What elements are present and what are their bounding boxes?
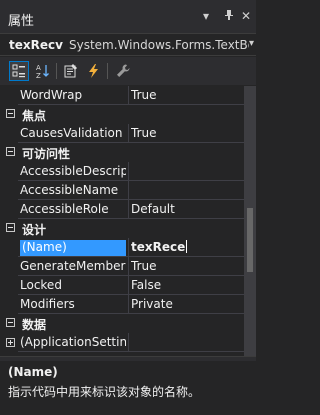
- panel-titlebar: 属性 ▾ ✕: [0, 0, 256, 33]
- chevron-down-icon[interactable]: ▾: [203, 9, 209, 23]
- collapse-icon[interactable]: [6, 147, 15, 156]
- property-toolbar: AZ: [0, 57, 256, 85]
- column-divider: [128, 333, 129, 352]
- property-value[interactable]: Private: [131, 297, 241, 314]
- column-divider: [128, 295, 129, 314]
- property-grid: WordWrap True 焦点 CausesValidation True 可…: [0, 86, 244, 356]
- vertical-scrollbar[interactable]: [244, 86, 256, 356]
- object-name: texRecv: [9, 38, 63, 52]
- property-name: AccessibleName: [20, 183, 119, 197]
- category-data[interactable]: 数据: [0, 314, 244, 333]
- categorized-view-button[interactable]: [9, 61, 29, 81]
- property-name: (Name): [20, 240, 126, 257]
- pin-icon[interactable]: [224, 9, 234, 24]
- category-accessibility[interactable]: 可访问性: [0, 143, 244, 162]
- expand-icon[interactable]: [6, 338, 15, 347]
- wrench-icon: [117, 64, 130, 77]
- lightning-icon: [89, 64, 98, 78]
- property-value[interactable]: False: [131, 278, 241, 295]
- row-divider: [18, 351, 244, 352]
- events-view-button[interactable]: [84, 61, 104, 81]
- collapse-icon[interactable]: [6, 318, 15, 327]
- property-value[interactable]: [131, 335, 241, 352]
- column-divider: [128, 200, 129, 219]
- toolbar-separator: [56, 63, 57, 79]
- category-label: 可访问性: [22, 147, 71, 161]
- column-divider: [128, 124, 129, 143]
- property-name: AccessibleDescrip: [20, 164, 126, 178]
- collapse-icon[interactable]: [6, 223, 15, 232]
- close-icon[interactable]: ✕: [241, 9, 251, 23]
- property-row-locked[interactable]: Locked False: [0, 276, 244, 295]
- property-name: Locked: [20, 278, 62, 292]
- property-name: CausesValidation: [20, 126, 123, 140]
- property-row-modifiers[interactable]: Modifiers Private: [0, 295, 244, 314]
- chevron-down-icon[interactable]: ▾: [249, 38, 254, 49]
- sort-az-icon: AZ: [36, 64, 49, 79]
- column-divider: [128, 162, 129, 181]
- property-name: WordWrap: [20, 88, 83, 102]
- property-row-applicationsettings[interactable]: (ApplicationSettin: [0, 333, 244, 352]
- category-label: 设计: [22, 223, 47, 237]
- property-value[interactable]: [131, 183, 241, 200]
- properties-view-button[interactable]: [61, 61, 81, 81]
- property-row-generatemember[interactable]: GenerateMember True: [0, 257, 244, 276]
- property-value[interactable]: Default: [131, 202, 241, 219]
- property-value[interactable]: True: [131, 88, 241, 105]
- alphabetical-view-button[interactable]: AZ: [33, 61, 53, 81]
- property-name: AccessibleRole: [20, 202, 109, 216]
- column-divider: [128, 276, 129, 295]
- column-divider: [128, 238, 129, 257]
- scrollbar-thumb[interactable]: [247, 208, 253, 272]
- properties-icon: [64, 64, 77, 78]
- category-label: 焦点: [22, 109, 47, 123]
- description-pane: (Name) 指示代码中用来标识该对象的名称。: [0, 361, 256, 415]
- category-label: 数据: [22, 318, 47, 332]
- description-title: (Name): [8, 365, 58, 379]
- category-focus[interactable]: 焦点: [0, 105, 244, 124]
- text-caret: [186, 240, 188, 253]
- object-type: System.Windows.Forms.TextBo:: [69, 38, 249, 52]
- property-value-editor[interactable]: texRece: [131, 240, 241, 257]
- property-name: (ApplicationSettin: [20, 335, 126, 349]
- property-row-name[interactable]: (Name) texRece: [0, 238, 244, 257]
- collapse-icon[interactable]: [6, 109, 15, 118]
- panel-title: 属性: [8, 14, 35, 29]
- property-value[interactable]: [131, 164, 241, 181]
- property-value[interactable]: True: [131, 126, 241, 143]
- column-divider: [128, 86, 129, 105]
- category-design[interactable]: 设计: [0, 219, 244, 238]
- property-value-text: texRece: [131, 240, 186, 254]
- svg-text:A: A: [36, 64, 41, 72]
- property-row-wordwrap[interactable]: WordWrap True: [0, 86, 244, 105]
- property-name: Modifiers: [20, 297, 75, 311]
- categorized-icon: [12, 64, 25, 78]
- toolbar-separator: [107, 63, 108, 79]
- property-name: GenerateMember: [20, 259, 126, 273]
- property-row-accessiblerole[interactable]: AccessibleRole Default: [0, 200, 244, 219]
- property-row-accessiblename[interactable]: AccessibleName: [0, 181, 244, 200]
- description-text: 指示代码中用来标识该对象的名称。: [8, 385, 201, 399]
- object-selector[interactable]: texRecv System.Windows.Forms.TextBo: ▾: [0, 33, 256, 56]
- column-divider: [128, 257, 129, 276]
- column-divider: [128, 181, 129, 200]
- svg-text:Z: Z: [36, 72, 41, 79]
- property-value[interactable]: True: [131, 259, 241, 276]
- property-row-accessibledescription[interactable]: AccessibleDescrip: [0, 162, 244, 181]
- property-pages-button[interactable]: [113, 61, 133, 81]
- property-row-causesvalidation[interactable]: CausesValidation True: [0, 124, 244, 143]
